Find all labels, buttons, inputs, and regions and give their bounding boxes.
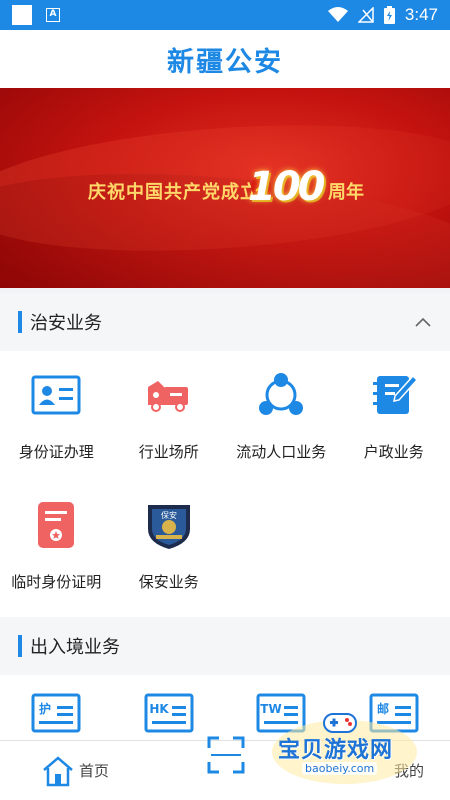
temp-certificate-icon [38, 502, 75, 548]
nav-home-label: 首页 [78, 762, 109, 780]
banner-number: 100 [248, 164, 325, 210]
status-bar: A 3:47 [0, 0, 450, 30]
service-item-temp-id[interactable]: 临时身份证明 [0, 487, 113, 617]
service-label: 流动人口业务 [236, 443, 327, 461]
section-title: 治安业务 [30, 313, 102, 334]
notification-a-icon: A [46, 8, 60, 22]
section-bar [18, 635, 22, 657]
service-label: 保安业务 [138, 573, 199, 591]
chevron-up-icon[interactable] [414, 316, 432, 328]
notification-square-icon [12, 5, 32, 25]
service-label: 户政业务 [363, 443, 424, 461]
section-title: 出入境业务 [30, 637, 120, 658]
service-item-industry-venues[interactable]: 行业场所 [113, 357, 226, 487]
battery-charging-icon [383, 6, 395, 24]
scan-button[interactable] [204, 733, 248, 777]
section-bar [18, 311, 22, 333]
hk-tag: HK [149, 702, 169, 716]
service-item-id-card[interactable]: 身份证办理 [0, 357, 113, 487]
section-header-public-security[interactable]: 治安业务 [0, 293, 450, 351]
passport-tag: 护 [39, 701, 51, 716]
service-label: 临时身份证明 [11, 573, 102, 591]
status-time: 3:47 [404, 5, 438, 24]
mail-card-icon: 邮 [369, 693, 419, 733]
tw-permit-icon: TW [256, 693, 306, 733]
service-grid-public-security: 身份证办理 行业场所 流动人口业务 户政业务 临时身份证明 保安 保安业务 [0, 351, 450, 617]
tw-tag: TW [261, 702, 282, 716]
no-signal-icon [357, 7, 374, 23]
service-label: 身份证办理 [18, 443, 94, 461]
badge-text: 保安 [161, 510, 177, 520]
home-icon [43, 755, 73, 786]
service-item-security-guard[interactable]: 保安 保安业务 [113, 487, 226, 617]
service-label: 行业场所 [138, 443, 199, 461]
section-header-entry-exit[interactable]: 出入境业务 [0, 617, 450, 675]
service-item-floating-population[interactable]: 流动人口业务 [225, 357, 338, 487]
scan-icon [207, 736, 245, 774]
bottom-nav: 首页 我的 [0, 736, 450, 800]
id-card-icon [31, 375, 81, 415]
nav-mine-label: 我的 [393, 762, 424, 780]
passport-card-icon: 护 [31, 693, 81, 733]
page-title: 新疆公安 [167, 46, 283, 78]
app-header: 新疆公安 [0, 30, 450, 88]
banner-text: 庆祝中国共产党成立 [88, 182, 259, 203]
truck-icon [147, 381, 188, 412]
security-badge-icon: 保安 [147, 505, 190, 549]
service-item-household-registration[interactable]: 户政业务 [338, 357, 450, 487]
wifi-icon [327, 7, 348, 22]
notebook-pen-icon [372, 374, 418, 414]
network-icon [259, 373, 304, 415]
banner[interactable]: 庆祝中国共产党成立 100 周年 [0, 88, 450, 288]
banner-suffix: 周年 [328, 182, 364, 203]
nav-home[interactable]: 首页 [0, 754, 150, 788]
nav-mine[interactable]: 我的 [300, 760, 450, 781]
hk-permit-icon: HK [144, 693, 194, 733]
mail-tag: 邮 [377, 701, 389, 716]
